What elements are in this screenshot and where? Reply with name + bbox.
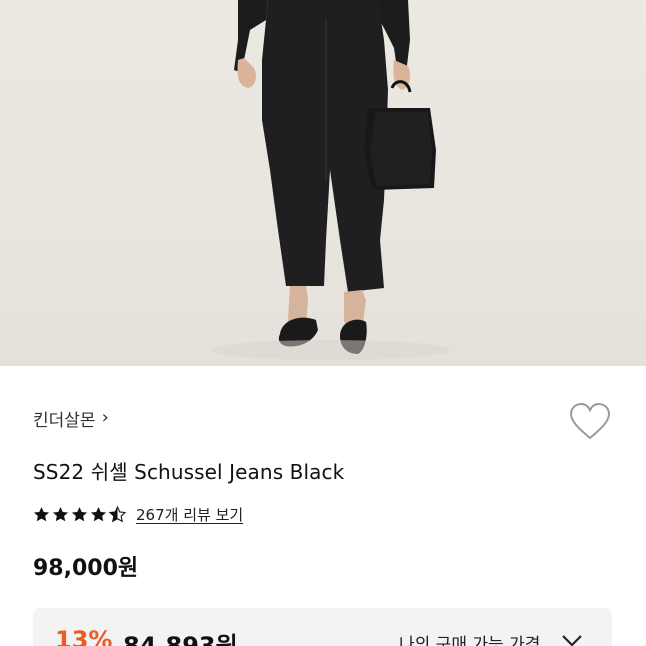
chevron-down-icon[interactable] [561, 634, 583, 646]
star-icon [71, 506, 88, 521]
star-half-icon [109, 505, 126, 522]
star-icon [90, 506, 107, 521]
star-icon [33, 506, 50, 521]
product-title: SS22 쉬셸 Schussel Jeans Black [33, 460, 345, 484]
rating-row: 267개 리뷰 보기 [33, 502, 243, 526]
my-price-panel[interactable]: 13% 84,893원 나의 구매 가능 가격 [33, 608, 612, 646]
brand-link[interactable]: 킨더살몬 › [33, 404, 109, 432]
review-link[interactable]: 267개 리뷰 보기 [136, 504, 243, 525]
discounted-price: 84,893원 [123, 632, 238, 646]
product-price: 98,000원 [33, 556, 139, 581]
chevron-right-icon: › [101, 407, 109, 428]
star-icon [52, 506, 69, 521]
model-photo [210, 0, 450, 360]
wishlist-button[interactable] [568, 402, 612, 442]
brand-name: 킨더살몬 [33, 410, 96, 431]
my-price-label: 나의 구매 가능 가격 [399, 635, 541, 646]
product-hero-image[interactable] [0, 0, 646, 366]
heart-outline-icon [569, 402, 611, 440]
discount-rate: 13% [55, 626, 113, 646]
star-rating [33, 505, 126, 523]
